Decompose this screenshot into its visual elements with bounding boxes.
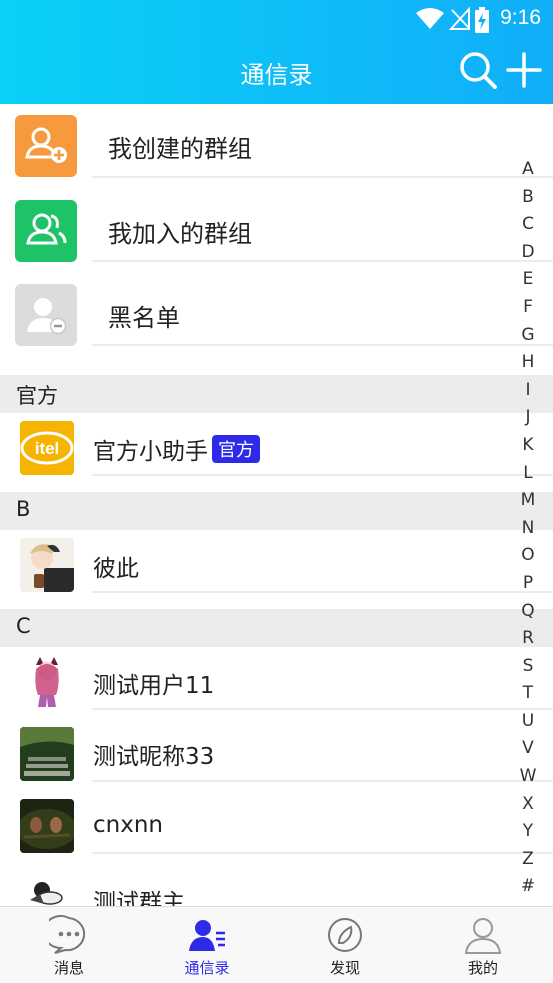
my-joined-groups-row[interactable]: 我加入的群组: [0, 188, 553, 262]
compass-icon: [328, 918, 362, 952]
blacklist-icon: [15, 284, 77, 346]
section-header-b: B: [0, 492, 553, 530]
alphabet-index-bar[interactable]: A B C D E F G H I J K L M N O P Q R S T U V W X Y Z #: [515, 156, 541, 901]
index-letter[interactable]: M: [515, 487, 541, 515]
nav-contacts[interactable]: 通信录: [138, 907, 276, 983]
nav-label: 消息: [53, 959, 84, 977]
group-label: 黑名单: [108, 304, 180, 332]
index-letter[interactable]: O: [515, 542, 541, 570]
contact-name: 测试昵称33: [93, 744, 215, 770]
index-letter[interactable]: Z: [515, 846, 541, 874]
app-header: 9:16 通信录: [0, 0, 553, 104]
avatar: [20, 727, 74, 781]
contact-name-official-assistant: 官方小助手 官方: [93, 432, 260, 466]
contact-row[interactable]: 测试用户11: [0, 647, 553, 710]
section-title: 官方: [16, 384, 58, 408]
index-letter[interactable]: C: [515, 211, 541, 239]
nav-discover[interactable]: 发现: [276, 907, 414, 983]
group-add-icon: [15, 115, 77, 177]
index-letter[interactable]: F: [515, 294, 541, 322]
index-letter[interactable]: D: [515, 239, 541, 267]
nav-label: 我的: [467, 959, 498, 977]
avatar-text: itel: [35, 439, 60, 458]
contact-name: 官方小助手: [93, 439, 208, 465]
contact-row[interactable]: 彼此: [0, 530, 553, 593]
avatar: [20, 799, 74, 853]
index-letter[interactable]: R: [515, 625, 541, 653]
nav-me[interactable]: 我的: [414, 907, 552, 983]
contacts-icon: [189, 920, 225, 951]
index-letter[interactable]: I: [515, 377, 541, 405]
wifi-icon: [416, 8, 444, 29]
index-letter[interactable]: A: [515, 156, 541, 184]
index-letter[interactable]: H: [515, 349, 541, 377]
section-title: C: [16, 614, 31, 638]
status-time: 9:16: [500, 6, 541, 29]
no-signal-icon: [449, 7, 470, 30]
contact-row[interactable]: 测试昵称33: [0, 718, 553, 782]
nav-label: 发现: [329, 959, 360, 977]
nav-messages[interactable]: 消息: [0, 907, 138, 983]
contact-row[interactable]: itel 官方小助手 官方: [0, 413, 553, 476]
index-letter[interactable]: W: [515, 763, 541, 791]
avatar: [20, 876, 74, 906]
index-letter[interactable]: K: [515, 432, 541, 460]
official-badge: 官方: [212, 435, 260, 463]
status-bar: 9:16: [0, 0, 553, 38]
divider: [92, 344, 553, 346]
divider: [92, 708, 553, 710]
group-icon: [15, 200, 77, 262]
index-letter[interactable]: L: [515, 460, 541, 488]
contact-name: 测试用户11: [93, 673, 215, 699]
group-label: 我加入的群组: [108, 220, 252, 248]
add-icon[interactable]: [504, 50, 544, 90]
profile-icon: [464, 918, 502, 954]
search-icon[interactable]: [458, 50, 498, 90]
divider: [92, 591, 553, 593]
divider: [92, 176, 553, 178]
section-header-c: C: [0, 609, 553, 647]
divider: [92, 780, 553, 782]
index-letter[interactable]: X: [515, 791, 541, 819]
index-letter[interactable]: #: [515, 873, 541, 901]
contacts-screen: 9:16 通信录 我创建的群组 我加入的群组 黑名单 官方 itel 官方小助手…: [0, 0, 553, 983]
divider: [92, 474, 553, 476]
contact-row[interactable]: 测试群主: [0, 862, 553, 906]
contact-list: 我创建的群组 我加入的群组 黑名单 官方 itel 官方小助手 官方 B 彼此 …: [0, 104, 553, 906]
divider: [92, 260, 553, 262]
index-letter[interactable]: B: [515, 184, 541, 212]
nav-label: 通信录: [184, 959, 230, 977]
index-letter[interactable]: E: [515, 266, 541, 294]
my-created-groups-row[interactable]: 我创建的群组: [0, 104, 553, 178]
blacklist-row[interactable]: 黑名单: [0, 274, 553, 346]
contact-name: cnxnn: [93, 812, 163, 838]
battery-charging-icon: [475, 7, 489, 33]
avatar: [20, 655, 74, 709]
index-letter[interactable]: Y: [515, 818, 541, 846]
index-letter[interactable]: P: [515, 570, 541, 598]
index-letter[interactable]: T: [515, 680, 541, 708]
bottom-nav: 消息 通信录 发现 我的: [0, 906, 553, 983]
index-letter[interactable]: N: [515, 515, 541, 543]
message-icon: [49, 915, 86, 954]
avatar: itel: [20, 421, 74, 475]
avatar: [20, 538, 74, 592]
contact-row[interactable]: cnxnn: [0, 790, 553, 854]
contact-name: 彼此: [93, 556, 139, 582]
index-letter[interactable]: V: [515, 735, 541, 763]
index-letter[interactable]: Q: [515, 598, 541, 626]
group-label: 我创建的群组: [108, 135, 252, 163]
section-title: B: [16, 497, 31, 521]
index-letter[interactable]: G: [515, 322, 541, 350]
index-letter[interactable]: J: [515, 404, 541, 432]
divider: [92, 852, 553, 854]
contact-name: 测试群主: [93, 890, 185, 906]
index-letter[interactable]: U: [515, 708, 541, 736]
section-header-official: 官方: [0, 375, 553, 413]
index-letter[interactable]: S: [515, 653, 541, 681]
